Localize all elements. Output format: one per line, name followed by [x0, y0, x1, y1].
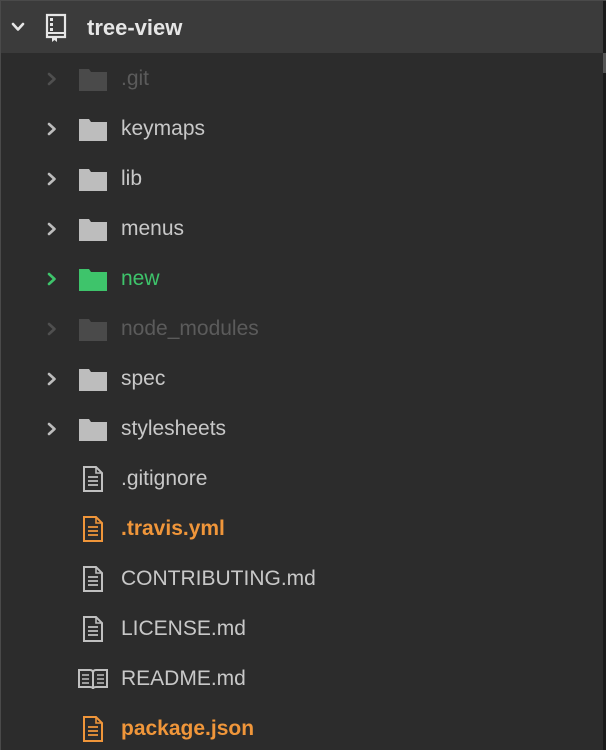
file-text-icon — [78, 466, 108, 492]
entry-name: lib — [121, 167, 143, 190]
chevron-right-icon[interactable] — [41, 418, 63, 440]
entry-name: package.json — [121, 717, 255, 740]
file-row-dot-gitignore[interactable]: .gitignore — [1, 454, 603, 504]
tree-view-panel: tree-view .git keymaps lib menus new node_mod… — [0, 0, 606, 750]
chevron-right-icon[interactable] — [41, 368, 63, 390]
folder-row-node-modules[interactable]: node_modules — [1, 304, 603, 354]
file-row-dot-travis-yml[interactable]: .travis.yml — [1, 504, 603, 554]
file-text-icon — [78, 516, 108, 542]
entry-name: spec — [121, 367, 166, 390]
folder-icon — [78, 66, 108, 92]
file-row-package-json[interactable]: package.json — [1, 704, 603, 750]
chevron-right-icon[interactable] — [41, 218, 63, 240]
folder-icon — [78, 266, 108, 292]
entry-name: .git — [121, 67, 150, 90]
root-folder-row[interactable]: tree-view — [1, 1, 603, 53]
entry-name: menus — [121, 217, 185, 240]
file-row-contributing-md[interactable]: CONTRIBUTING.md — [1, 554, 603, 604]
entry-name: LICENSE.md — [121, 617, 246, 640]
file-text-icon — [78, 566, 108, 592]
entry-name: CONTRIBUTING.md — [121, 567, 316, 590]
folder-row-keymaps[interactable]: keymaps — [1, 104, 603, 154]
folder-icon — [78, 316, 108, 342]
folder-row-stylesheets[interactable]: stylesheets — [1, 404, 603, 454]
chevron-right-icon[interactable] — [41, 168, 63, 190]
folder-icon — [78, 366, 108, 392]
folder-row-new[interactable]: new — [1, 254, 603, 304]
entry-name: .gitignore — [121, 467, 208, 490]
entry-name: keymaps — [121, 117, 206, 140]
folder-row-lib[interactable]: lib — [1, 154, 603, 204]
repo-icon — [43, 13, 69, 43]
root-folder-name: tree-view — [87, 15, 183, 40]
folder-icon — [78, 166, 108, 192]
folder-icon — [78, 416, 108, 442]
book-icon — [78, 666, 108, 692]
chevron-right-icon[interactable] — [41, 118, 63, 140]
entry-name: .travis.yml — [121, 517, 225, 540]
file-row-readme-md[interactable]: README.md — [1, 654, 603, 704]
folder-row-spec[interactable]: spec — [1, 354, 603, 404]
file-text-icon — [78, 616, 108, 642]
chevron-right-icon[interactable] — [41, 68, 63, 90]
folder-row-menus[interactable]: menus — [1, 204, 603, 254]
entry-name: node_modules — [121, 317, 259, 340]
folder-icon — [78, 116, 108, 142]
entry-name: new — [121, 267, 160, 290]
chevron-right-icon[interactable] — [41, 268, 63, 290]
folder-row-dot-git[interactable]: .git — [1, 54, 603, 104]
entry-name: README.md — [121, 667, 246, 690]
file-row-license-md[interactable]: LICENSE.md — [1, 604, 603, 654]
entry-name: stylesheets — [121, 417, 227, 440]
chevron-down-icon[interactable] — [7, 16, 29, 38]
folder-icon — [78, 216, 108, 242]
file-text-icon — [78, 716, 108, 742]
chevron-right-icon[interactable] — [41, 318, 63, 340]
